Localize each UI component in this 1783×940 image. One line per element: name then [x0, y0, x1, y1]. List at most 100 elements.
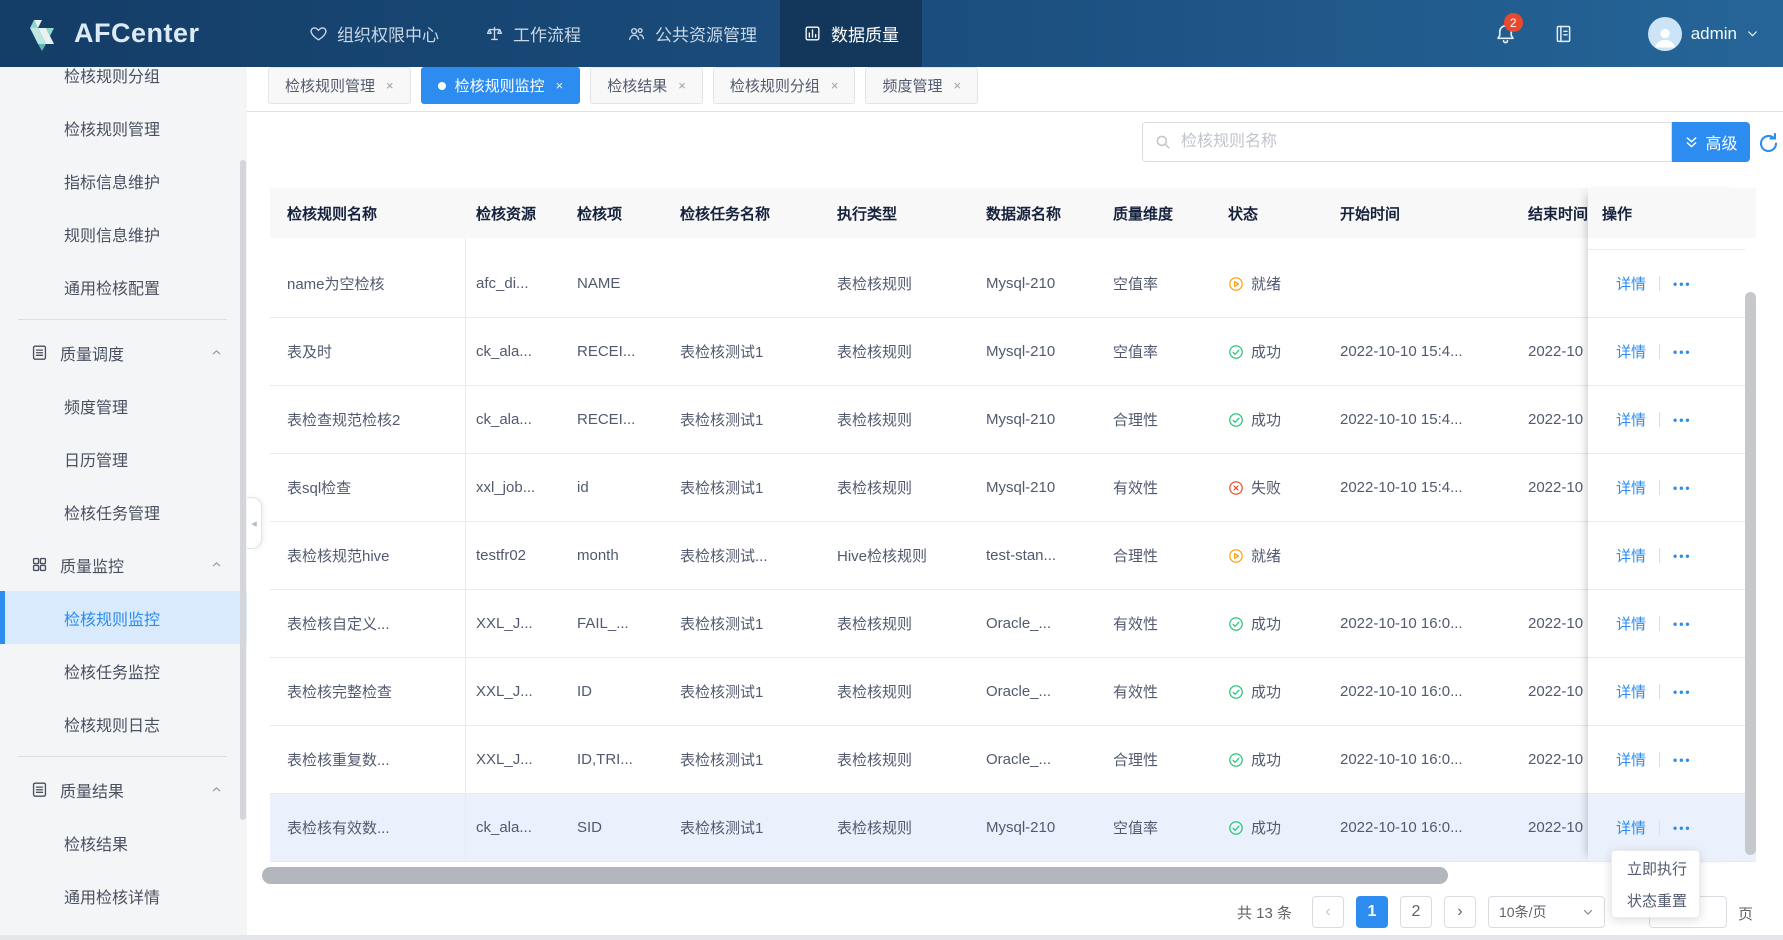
refresh-icon[interactable] — [1756, 131, 1781, 156]
more-actions-button[interactable]: ••• — [1673, 617, 1692, 631]
detail-link[interactable]: 详情 — [1616, 409, 1646, 430]
cell-name: 表检查规范检核2 — [270, 386, 466, 453]
sidebar-item-指标信息维护[interactable]: 指标信息维护 — [0, 154, 247, 207]
total-count-label: 共 13 条 — [1237, 902, 1292, 923]
nav-item-工作流程[interactable]: 工作流程 — [462, 0, 604, 67]
table-body: name为空检核afc_di...NAME表检核规则Mysql-210空值率就绪… — [270, 250, 1756, 862]
cell-task: 表检核测试1 — [670, 341, 827, 362]
more-actions-button[interactable]: ••• — [1673, 549, 1692, 563]
detail-link[interactable]: 详情 — [1616, 817, 1646, 838]
detail-link[interactable]: 详情 — [1616, 477, 1646, 498]
detail-link[interactable]: 详情 — [1616, 273, 1646, 294]
cell-exec: 表检核规则 — [827, 341, 976, 362]
page-size-select[interactable]: 10条/页 — [1488, 896, 1605, 928]
people-icon — [627, 24, 646, 43]
cell-datasource: Mysql-210 — [976, 343, 1103, 360]
cell-status: 成功 — [1218, 749, 1330, 770]
more-actions-button[interactable]: ••• — [1673, 481, 1692, 495]
cell-start: 2022-10-10 15:4... — [1330, 343, 1518, 360]
vertical-scrollbar-thumb[interactable] — [1745, 292, 1756, 855]
cell-name: 表检核规范hive — [270, 522, 466, 589]
sidebar: 检核规则分组检核规则管理指标信息维护规则信息维护通用检核配置质量调度频度管理日历… — [0, 67, 247, 940]
tab-close-icon[interactable]: × — [556, 78, 564, 93]
table-row[interactable]: name为空检核afc_di...NAME表检核规则Mysql-210空值率就绪 — [270, 250, 1756, 318]
notifications-button[interactable]: 2 — [1494, 22, 1517, 45]
sidebar-collapse-handle[interactable]: ◂ — [247, 497, 262, 549]
sidebar-item-label: 规则信息维护 — [64, 222, 160, 246]
search-input[interactable] — [1142, 122, 1672, 162]
action-divider — [1659, 344, 1660, 359]
nav-item-数据质量[interactable]: 数据质量 — [780, 0, 922, 67]
sidebar-item-label: 质量结果 — [60, 778, 124, 802]
horizontal-scrollbar-thumb[interactable] — [262, 867, 1448, 884]
sidebar-item-规则信息维护[interactable]: 规则信息维护 — [0, 207, 247, 260]
context-menu-item-立即执行[interactable]: 立即执行 — [1612, 852, 1699, 884]
context-menu-item-状态重置[interactable]: 状态重置 — [1612, 884, 1699, 916]
sidebar-item-检核任务监控[interactable]: 检核任务监控 — [0, 644, 247, 697]
tab-close-icon[interactable]: × — [678, 78, 686, 93]
sidebar-item-质量监控[interactable]: 质量监控 — [0, 538, 247, 591]
table-row[interactable]: 表检查规范检核2ck_ala...RECEI...表检核测试1表检核规则Mysq… — [270, 386, 1756, 454]
user-menu[interactable]: admin — [1648, 17, 1759, 51]
tab-close-icon[interactable]: × — [831, 78, 839, 93]
sidebar-item-质量调度[interactable]: 质量调度 — [0, 326, 247, 379]
sidebar-item-检核规则日志[interactable]: 检核规则日志 — [0, 697, 247, 750]
table-row[interactable]: 表检核自定义...XXL_J...FAIL_...表检核测试1表检核规则Orac… — [270, 590, 1756, 658]
page-button-2[interactable]: 2 — [1400, 896, 1432, 928]
cell-dimension: 有效性 — [1103, 613, 1218, 634]
sidebar-item-通用检核配置[interactable]: 通用检核配置 — [0, 260, 247, 313]
sidebar-item-检核规则监控[interactable]: 检核规则监控 — [0, 591, 247, 644]
sidebar-item-检核任务管理[interactable]: 检核任务管理 — [0, 485, 247, 538]
table-row[interactable]: 表sql检查xxl_job...id表检核测试1表检核规则Mysql-210有效… — [270, 454, 1756, 522]
row-actions: 详情 ••• — [1588, 250, 1745, 318]
page-button-1[interactable]: 1 — [1356, 896, 1388, 928]
nav-item-公共资源管理[interactable]: 公共资源管理 — [604, 0, 780, 67]
detail-link[interactable]: 详情 — [1616, 681, 1646, 702]
tab-频度管理[interactable]: 频度管理× — [865, 67, 978, 104]
chevron-up-icon — [210, 558, 223, 571]
sidebar-item-日历管理[interactable]: 日历管理 — [0, 432, 247, 485]
more-actions-button[interactable]: ••• — [1673, 277, 1692, 291]
next-page-button[interactable]: › — [1444, 896, 1476, 928]
detail-link[interactable]: 详情 — [1616, 341, 1646, 362]
detail-link[interactable]: 详情 — [1616, 749, 1646, 770]
status-label: 失败 — [1251, 477, 1281, 498]
table-row[interactable]: 表及时ck_ala...RECEI...表检核测试1表检核规则Mysql-210… — [270, 318, 1756, 386]
advanced-search-button[interactable]: 高级 — [1672, 122, 1750, 162]
sidebar-item-检核规则管理[interactable]: 检核规则管理 — [0, 101, 247, 154]
tab-close-icon[interactable]: × — [386, 78, 394, 93]
more-actions-button[interactable]: ••• — [1673, 685, 1692, 699]
prev-page-button[interactable]: ‹ — [1312, 896, 1344, 928]
cell-dimension: 合理性 — [1103, 749, 1218, 770]
more-actions-button[interactable]: ••• — [1673, 345, 1692, 359]
chart-icon — [803, 24, 822, 43]
sidebar-item-频度管理[interactable]: 频度管理 — [0, 379, 247, 432]
more-actions-button[interactable]: ••• — [1673, 413, 1692, 427]
tab-检核规则监控[interactable]: 检核规则监控× — [421, 67, 581, 104]
sidebar-item-检核规则分组[interactable]: 检核规则分组 — [0, 67, 247, 101]
sidebar-item-label: 检核规则管理 — [64, 116, 160, 140]
table-row[interactable]: 表检核有效数...ck_ala...SID表检核测试1表检核规则Mysql-21… — [270, 794, 1756, 862]
sidebar-item-质量结果[interactable]: 质量结果 — [0, 763, 247, 816]
tab-检核结果[interactable]: 检核结果× — [590, 67, 703, 104]
sidebar-item-label: 日历管理 — [64, 447, 128, 471]
status-label: 成功 — [1251, 749, 1281, 770]
more-actions-button[interactable]: ••• — [1673, 753, 1692, 767]
cell-task: 表检核测试1 — [670, 477, 827, 498]
table-row[interactable]: 表检核规范hivetestfr02month表检核测试...Hive检核规则te… — [270, 522, 1756, 590]
tab-检核规则管理[interactable]: 检核规则管理× — [268, 67, 411, 104]
detail-link[interactable]: 详情 — [1616, 613, 1646, 634]
tab-close-icon[interactable]: × — [953, 78, 961, 93]
more-actions-button[interactable]: ••• — [1673, 821, 1692, 835]
tab-检核规则分组[interactable]: 检核规则分组× — [713, 67, 856, 104]
sidebar-scrollbar-thumb[interactable] — [240, 160, 246, 820]
sidebar-item-检核结果[interactable]: 检核结果 — [0, 816, 247, 869]
table-row[interactable]: 表检核重复数...XXL_J...ID,TRI...表检核测试1表检核规则Ora… — [270, 726, 1756, 794]
cell-datasource: Oracle_... — [976, 615, 1103, 632]
detail-link[interactable]: 详情 — [1616, 545, 1646, 566]
nav-item-组织权限中心[interactable]: 组织权限中心 — [286, 0, 462, 67]
document-log-button[interactable] — [1553, 23, 1574, 44]
table-row[interactable]: 表检核完整检查XXL_J...ID表检核测试1表检核规则Oracle_...有效… — [270, 658, 1756, 726]
cell-exec: 表检核规则 — [827, 681, 976, 702]
sidebar-item-通用检核详情[interactable]: 通用检核详情 — [0, 869, 247, 922]
